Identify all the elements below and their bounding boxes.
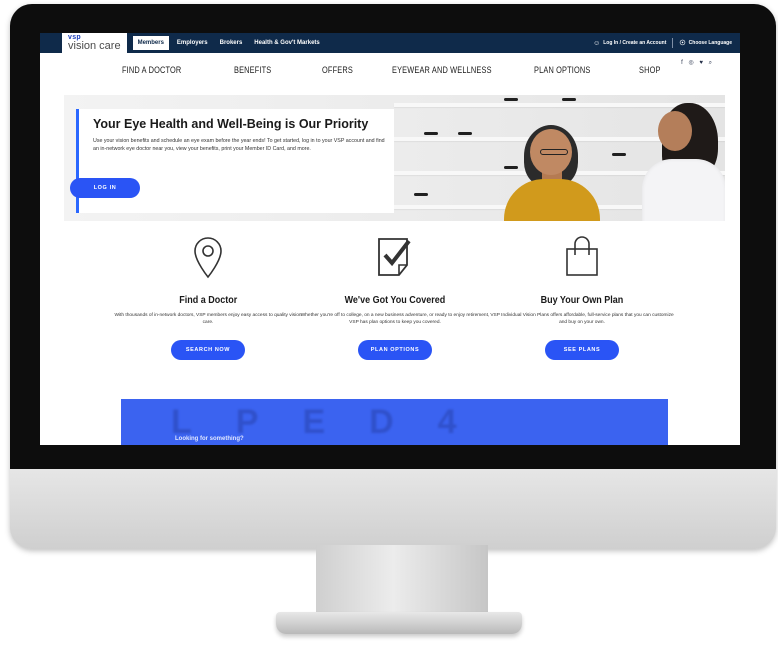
monitor-stand-base — [276, 612, 522, 634]
nav-benefits[interactable]: BENEFITS — [234, 65, 306, 75]
nav-find-a-doctor[interactable]: FIND A DOCTOR — [122, 65, 214, 75]
hero-photo-customer — [504, 125, 604, 221]
eyeglasses-frame — [424, 132, 438, 135]
login-link[interactable]: Log In / Create an Account — [603, 40, 666, 46]
looking-for-something-label: Looking for something? — [175, 436, 244, 442]
feature-section: Find a Doctor With thousands of in-netwo… — [40, 233, 740, 383]
hero-body: Use your vision benefits and schedule an… — [93, 138, 385, 152]
feature-description: VSP Individual Vision Plans offers affor… — [490, 313, 674, 325]
monitor-chin — [10, 469, 776, 549]
user-icon: ☺ — [593, 39, 601, 47]
globe-icon: ☉ — [679, 40, 686, 47]
feature-buy-your-own-plan: Buy Your Own Plan VSP Individual Vision … — [472, 233, 692, 360]
feature-description: With thousands of in-network doctors, VS… — [114, 313, 302, 325]
tab-employers[interactable]: Employers — [177, 40, 208, 46]
eyeglasses-frame — [414, 193, 428, 196]
search-banner: LPED4 Looking for something? — [121, 399, 668, 445]
website-screen: vsp vision care Members Employers Broker… — [40, 33, 740, 445]
logo-wordmark: vision care — [68, 40, 121, 52]
hero-photo-doctor — [636, 95, 725, 221]
eyeglasses-frame — [458, 132, 472, 135]
search-now-button[interactable]: SEARCH NOW — [171, 340, 245, 360]
shopping-bag-icon — [562, 233, 602, 281]
account-links: ☺ Log In / Create an Account ☉ Choose La… — [593, 38, 732, 48]
utility-bar: vsp vision care Members Employers Broker… — [40, 33, 740, 53]
plan-options-button[interactable]: PLAN OPTIONS — [358, 340, 432, 360]
main-navigation: FIND A DOCTOR BENEFITS OFFERS EYEWEAR AN… — [40, 53, 740, 87]
eyeglasses-frame — [562, 98, 576, 101]
eyeglasses-frame — [504, 98, 518, 101]
vsp-logo[interactable]: vsp vision care — [62, 33, 127, 53]
see-plans-button[interactable]: SEE PLANS — [545, 340, 619, 360]
nav-shop[interactable]: SHOP — [639, 65, 672, 75]
eyeglasses-frame — [612, 153, 626, 156]
tab-brokers[interactable]: Brokers — [220, 40, 243, 46]
tab-members[interactable]: Members — [132, 36, 169, 50]
feature-title: Find a Doctor — [178, 295, 237, 306]
location-pin-icon — [191, 233, 225, 281]
feature-description: Whether you're off to college, on a new … — [300, 313, 490, 325]
checkbox-icon — [375, 233, 415, 281]
nav-offers[interactable]: OFFERS — [322, 65, 379, 75]
feature-title: We've Got You Covered — [344, 295, 446, 306]
tab-health-govt-markets[interactable]: Health & Gov't Markets — [254, 40, 319, 46]
nav-plan-options[interactable]: PLAN OPTIONS — [534, 65, 620, 75]
divider — [672, 38, 674, 48]
hero-banner: Your Eye Health and Well-Being is Our Pr… — [64, 95, 725, 221]
social-icons[interactable]: f ◎ ♥ ⌕ — [681, 59, 714, 67]
language-link[interactable]: Choose Language — [689, 40, 732, 46]
hero-title: Your Eye Health and Well-Being is Our Pr… — [93, 117, 369, 131]
nav-eyewear-and-wellness[interactable]: EYEWEAR AND WELLNESS — [392, 65, 508, 75]
login-button[interactable]: LOG IN — [70, 178, 140, 198]
monitor-stand-neck — [316, 545, 488, 617]
feature-title: Buy Your Own Plan — [540, 295, 624, 306]
